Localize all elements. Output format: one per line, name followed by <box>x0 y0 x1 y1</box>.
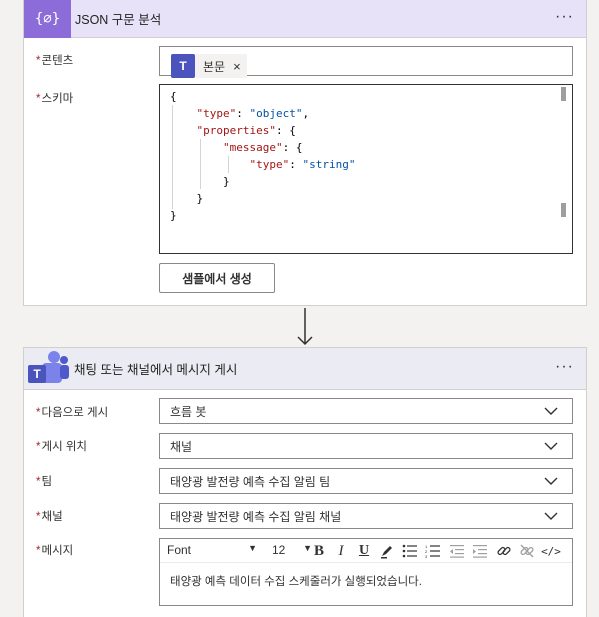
parse-json-header[interactable]: {∅} JSON 구문 분석 ··· <box>24 0 586 38</box>
scrollbar-thumb[interactable] <box>561 203 566 217</box>
json-braces-icon: {∅} <box>24 0 71 38</box>
parse-json-title: JSON 구문 분석 <box>75 13 162 27</box>
token-label: 본문 <box>203 59 226 74</box>
remove-token-icon[interactable]: × <box>233 59 241 74</box>
code-line: } <box>170 192 204 205</box>
teams-post-title: 채팅 또는 채널에서 메시지 게시 <box>74 363 238 377</box>
link-icon[interactable] <box>495 542 513 560</box>
channel-label: *채널 <box>36 511 63 523</box>
increase-indent-icon[interactable] <box>471 542 489 560</box>
message-label: *메시지 <box>36 545 74 557</box>
generate-from-sample-button[interactable]: 샘플에서 생성 <box>159 263 275 293</box>
code-line: } <box>170 209 177 222</box>
channel-value: 태양광 발전량 예측 수집 알림 채널 <box>170 509 342 524</box>
underline-icon[interactable]: U <box>355 542 373 560</box>
svg-text:T: T <box>33 367 41 381</box>
schema-editor[interactable]: { "type": "object", "properties": { "mes… <box>159 84 573 254</box>
font-size-dropdown[interactable]: 12 ▼ <box>272 543 312 557</box>
chevron-down-icon <box>544 477 558 485</box>
team-value: 태양광 발전량 예측 수집 알림 팀 <box>170 474 331 489</box>
arrow-down-icon <box>297 308 313 346</box>
code-line: "message": { <box>222 141 303 154</box>
content-token[interactable]: T 본문 × <box>171 54 247 78</box>
chevron-down-icon <box>544 512 558 520</box>
code-line: "type": "object", <box>196 107 310 120</box>
code-line: } <box>170 175 230 188</box>
bullet-list-icon[interactable] <box>401 542 419 560</box>
rich-text-toolbar: Font ▼ 12 ▼ B I U 123 </> <box>160 539 572 563</box>
numbered-list-icon[interactable]: 123 <box>424 542 442 560</box>
post-in-label: *게시 위치 <box>36 441 87 453</box>
chevron-down-icon <box>544 442 558 450</box>
code-line: "type": "string" <box>249 158 356 171</box>
post-in-value: 채널 <box>170 439 193 454</box>
unlink-icon[interactable] <box>518 542 536 560</box>
post-as-label: *다음으로 게시 <box>36 407 109 419</box>
parse-json-card: {∅} JSON 구문 분석 ··· *콘텐츠 T 본문 × *스키마 { "t… <box>23 0 587 306</box>
message-text[interactable]: 태양광 예측 데이터 수집 스케줄러가 실행되었습니다. <box>170 573 422 589</box>
channel-dropdown[interactable]: 태양광 발전량 예측 수집 알림 채널 <box>159 503 573 529</box>
post-as-value: 흐름 봇 <box>170 404 207 419</box>
schema-label: *스키마 <box>36 93 74 105</box>
teams-post-card: T 채팅 또는 채널에서 메시지 게시 ··· *다음으로 게시 흐름 봇 *게… <box>23 347 587 617</box>
more-options-icon[interactable]: ··· <box>555 9 574 25</box>
content-label: *콘텐츠 <box>36 55 74 67</box>
font-family-dropdown[interactable]: Font ▼ <box>167 543 257 557</box>
teams-token-icon: T <box>171 54 195 78</box>
post-as-dropdown[interactable]: 흐름 봇 <box>159 398 573 424</box>
chevron-down-icon <box>544 407 558 415</box>
schema-code[interactable]: { "type": "object", "properties": { "mes… <box>170 88 355 224</box>
svg-text:3: 3 <box>425 554 428 558</box>
scrollbar-thumb[interactable] <box>561 87 566 101</box>
highlight-pen-icon[interactable] <box>378 542 396 560</box>
content-field[interactable]: T 본문 × <box>159 46 573 78</box>
code-view-icon[interactable]: </> <box>541 542 561 560</box>
message-editor[interactable]: Font ▼ 12 ▼ B I U 123 </> 태양광 예측 데이터 수집 … <box>159 538 573 606</box>
teams-post-header[interactable]: T 채팅 또는 채널에서 메시지 게시 ··· <box>24 348 586 390</box>
code-line: "properties": { <box>196 124 296 137</box>
decrease-indent-icon[interactable] <box>448 542 466 560</box>
bold-icon[interactable]: B <box>310 542 328 560</box>
team-dropdown[interactable]: 태양광 발전량 예측 수집 알림 팀 <box>159 468 573 494</box>
code-line: { <box>170 90 177 103</box>
teams-logo-icon: T <box>24 348 70 390</box>
team-label: *팀 <box>36 476 53 488</box>
italic-icon[interactable]: I <box>332 542 350 560</box>
more-options-icon[interactable]: ··· <box>555 359 574 375</box>
post-in-dropdown[interactable]: 채널 <box>159 433 573 459</box>
